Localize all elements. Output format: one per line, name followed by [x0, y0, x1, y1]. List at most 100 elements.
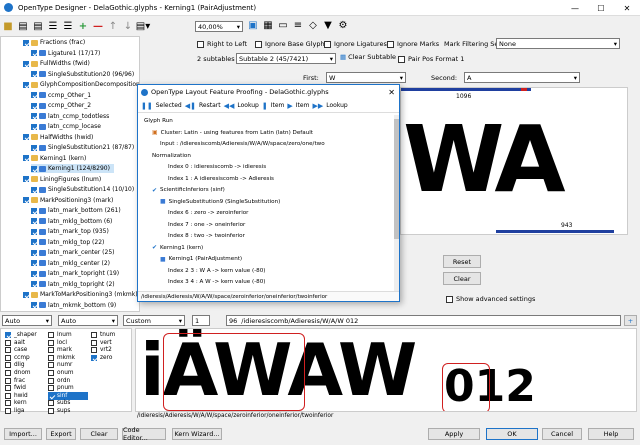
- tree-item[interactable]: Kerning1 (kern): [23, 154, 90, 163]
- dialog-scroll-thumb[interactable]: [394, 119, 399, 239]
- feature-checkbox[interactable]: [91, 347, 97, 354]
- run-tree-item[interactable]: Index 7 : one -> oneinferior: [168, 221, 245, 229]
- tree-item-checkbox[interactable]: [31, 186, 37, 193]
- import-button[interactable]: Import...: [4, 428, 42, 440]
- dialog-tb-restart[interactable]: Restart: [199, 102, 221, 109]
- minimize-button[interactable]: —: [562, 0, 588, 16]
- tree-item[interactable]: latn_mklg_bottom (6): [31, 217, 116, 226]
- add-icon[interactable]: +: [77, 20, 89, 32]
- run-tree-item[interactable]: Index 8 : two -> twoinferior: [168, 232, 245, 240]
- tree-item[interactable]: MarkPositioning3 (mark): [23, 196, 117, 205]
- tree-item[interactable]: latn_mark_top (935): [31, 227, 113, 236]
- pair-pos-checkbox[interactable]: [398, 55, 405, 63]
- tree-item-checkbox[interactable]: [31, 123, 37, 130]
- ignore-ligatures-checkbox[interactable]: [324, 40, 331, 48]
- tree-item-checkbox[interactable]: [31, 144, 37, 151]
- feature-checkbox[interactable]: [5, 354, 11, 361]
- cancel-button[interactable]: Cancel: [542, 428, 582, 440]
- ignore-marks-option[interactable]: Ignore Marks: [387, 40, 439, 48]
- script-select[interactable]: Auto ▾: [2, 315, 52, 326]
- tree-item[interactable]: Kerning1 (124/8290): [31, 164, 114, 173]
- mark-filtering-select[interactable]: None ▾: [496, 38, 620, 49]
- show-advanced-checkbox[interactable]: [446, 295, 453, 303]
- outline-icon[interactable]: ◇: [307, 19, 319, 31]
- tree-item-checkbox[interactable]: [31, 207, 37, 214]
- tree-item[interactable]: HalfWidths (hwid): [23, 133, 97, 142]
- tree-item[interactable]: SingleSubstitution20 (96/96): [31, 70, 138, 79]
- tree-item-checkbox[interactable]: [23, 176, 29, 182]
- tree-item[interactable]: LiningFigures (lnum): [23, 175, 105, 184]
- apply-button[interactable]: Apply: [428, 428, 480, 440]
- dialog-close-icon[interactable]: ✕: [388, 88, 399, 97]
- run-tree-item[interactable]: Glyph Run: [144, 117, 173, 125]
- next-lookup-icon[interactable]: ▶▶: [312, 102, 323, 110]
- feature-checkbox[interactable]: [5, 385, 11, 392]
- tree-item[interactable]: latn_mark_bottom (261): [31, 206, 125, 215]
- run-tree-item[interactable]: Index 6 : zero -> zeroinferior: [168, 209, 248, 217]
- run-tree-item[interactable]: Index 2 3 : W A -> kern value (-80): [168, 267, 265, 275]
- tree-item-checkbox[interactable]: [23, 155, 29, 161]
- next-item-icon[interactable]: ▶: [287, 102, 292, 110]
- list-detail-icon[interactable]: ☰: [62, 20, 74, 32]
- tree-item[interactable]: ccmp_Other_2: [31, 101, 95, 110]
- ignore-base-option[interactable]: Ignore Base Glyphs: [255, 40, 328, 48]
- dialog-tb-lookup-prev[interactable]: Lookup: [237, 102, 258, 109]
- align-icon[interactable]: ≡: [292, 19, 304, 31]
- feature-checkbox[interactable]: [48, 370, 54, 376]
- help-button[interactable]: Help: [588, 428, 634, 440]
- metrics-icon[interactable]: ▭: [277, 19, 289, 31]
- feature-checkbox[interactable]: [48, 362, 54, 369]
- tree-item-checkbox[interactable]: [31, 260, 37, 266]
- feature-checkbox[interactable]: [5, 392, 11, 399]
- run-tree-item[interactable]: Index 1 : A idieresiscomb -> Adieresis: [168, 175, 274, 183]
- tree-item-checkbox[interactable]: [23, 81, 29, 88]
- tree-item-checkbox[interactable]: [23, 39, 29, 46]
- dialog-scrollbar[interactable]: [394, 115, 399, 291]
- tree-item-checkbox[interactable]: [31, 239, 37, 245]
- feature-checkbox[interactable]: [5, 347, 11, 354]
- preview-text-input[interactable]: 96 /idieresiscomb/Adieresis/W/A/W 012: [226, 315, 621, 326]
- tree-item[interactable]: latn_mklg_center (2): [31, 259, 114, 268]
- tree-item-checkbox[interactable]: [23, 291, 29, 298]
- prev-lookup-icon[interactable]: ◀◀: [224, 102, 235, 110]
- feature-checkbox[interactable]: [5, 339, 11, 346]
- feature-checkbox[interactable]: [5, 408, 11, 414]
- dialog-tb-item-prev[interactable]: Item: [271, 102, 285, 109]
- tree-item[interactable]: Fractions (frac): [23, 38, 89, 47]
- settings-icon[interactable]: ⚙: [337, 19, 349, 31]
- dialog-tb-lookup-next[interactable]: Lookup: [326, 102, 347, 109]
- tree-item-checkbox[interactable]: [31, 165, 37, 172]
- pause-icon[interactable]: ❚❚: [141, 102, 153, 110]
- tree-item[interactable]: latn_ccmp_locase: [31, 122, 105, 131]
- folder-icon[interactable]: ■: [2, 20, 14, 32]
- prev-item-icon[interactable]: ❚: [262, 102, 268, 110]
- tree-item-checkbox[interactable]: [31, 249, 37, 256]
- feature-checkbox[interactable]: [48, 392, 54, 399]
- show-advanced-option[interactable]: Show advanced settings: [446, 295, 535, 303]
- ignore-marks-checkbox[interactable]: [387, 40, 394, 48]
- clear-kern-button[interactable]: Clear: [443, 272, 481, 285]
- ignore-base-checkbox[interactable]: [255, 40, 262, 48]
- feature-checkbox[interactable]: [48, 385, 54, 392]
- zoom-select[interactable]: 40,00% ▾: [195, 21, 243, 32]
- tree-item[interactable]: latn_mklg_top (22): [31, 238, 108, 247]
- second-glyph-select[interactable]: A ▾: [464, 72, 580, 83]
- clear-subtable-button[interactable]: ▦ Clear Subtable: [340, 53, 396, 61]
- tree-collapse-icon[interactable]: ▤: [32, 20, 44, 32]
- tree-item[interactable]: latn_mark_topright (19): [31, 269, 123, 278]
- feature-checkbox[interactable]: [91, 339, 97, 346]
- feature-checkbox[interactable]: [91, 354, 97, 361]
- language-select[interactable]: Auto ▾: [58, 315, 118, 326]
- add-preview-button[interactable]: +: [624, 315, 637, 326]
- tree-item[interactable]: latn_mkmk_bottom (9): [31, 301, 120, 310]
- ignore-ligatures-option[interactable]: Ignore Ligatures: [324, 40, 387, 48]
- custom-select[interactable]: Custom ▾: [123, 315, 185, 326]
- feature-checkbox[interactable]: [5, 370, 11, 376]
- feature-checkbox[interactable]: [48, 377, 54, 384]
- tree-item[interactable]: Ligature1 (17/17): [31, 49, 104, 58]
- list-icon[interactable]: ☰: [47, 20, 59, 32]
- zoom-fit-icon[interactable]: ▣: [247, 19, 259, 31]
- size-stepper[interactable]: 1: [192, 315, 210, 326]
- right-to-left-checkbox[interactable]: [197, 40, 204, 48]
- tree-item-checkbox[interactable]: [31, 50, 37, 56]
